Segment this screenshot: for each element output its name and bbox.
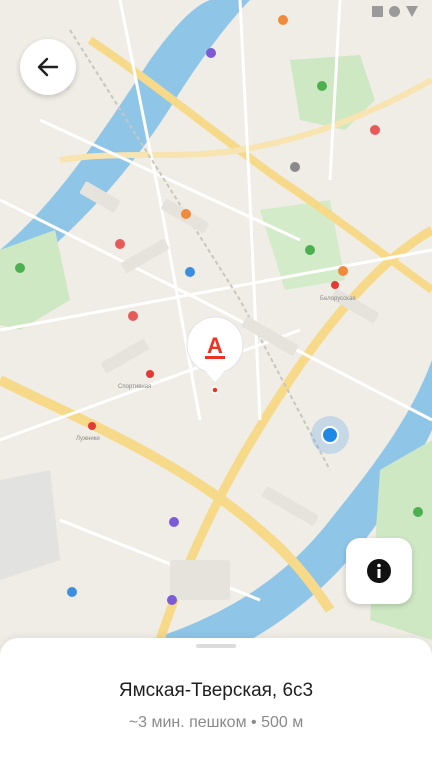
square-icon [372, 6, 383, 17]
walk-time: ~3 мин. пешком [128, 714, 247, 731]
metro-label-sportivnaya: Спортивная [118, 384, 151, 390]
distance: 500 м [261, 714, 304, 731]
info-icon [367, 559, 391, 583]
back-button[interactable] [20, 39, 76, 95]
meta-separator: • [251, 714, 257, 731]
pin-letter: А [207, 333, 223, 358]
metro-label-belorusskaya: Белорусская [320, 296, 356, 302]
triangle-icon [406, 6, 418, 17]
sheet-drag-handle[interactable] [196, 644, 236, 648]
user-location [311, 416, 349, 454]
info-button[interactable] [346, 538, 412, 604]
circle-icon [389, 6, 400, 17]
pin-underline [205, 356, 225, 359]
bottom-sheet[interactable]: Ямская-Тверская, 6с3 ~3 мин. пешком • 50… [0, 638, 432, 768]
metro-label-luzhniki: Лужники [76, 436, 100, 442]
arrow-left-icon [37, 57, 59, 77]
address-title: Ямская-Тверская, 6с3 [118, 680, 314, 701]
system-status-icons [372, 6, 418, 17]
route-meta: ~3 мин. пешком • 500 м [0, 714, 432, 732]
